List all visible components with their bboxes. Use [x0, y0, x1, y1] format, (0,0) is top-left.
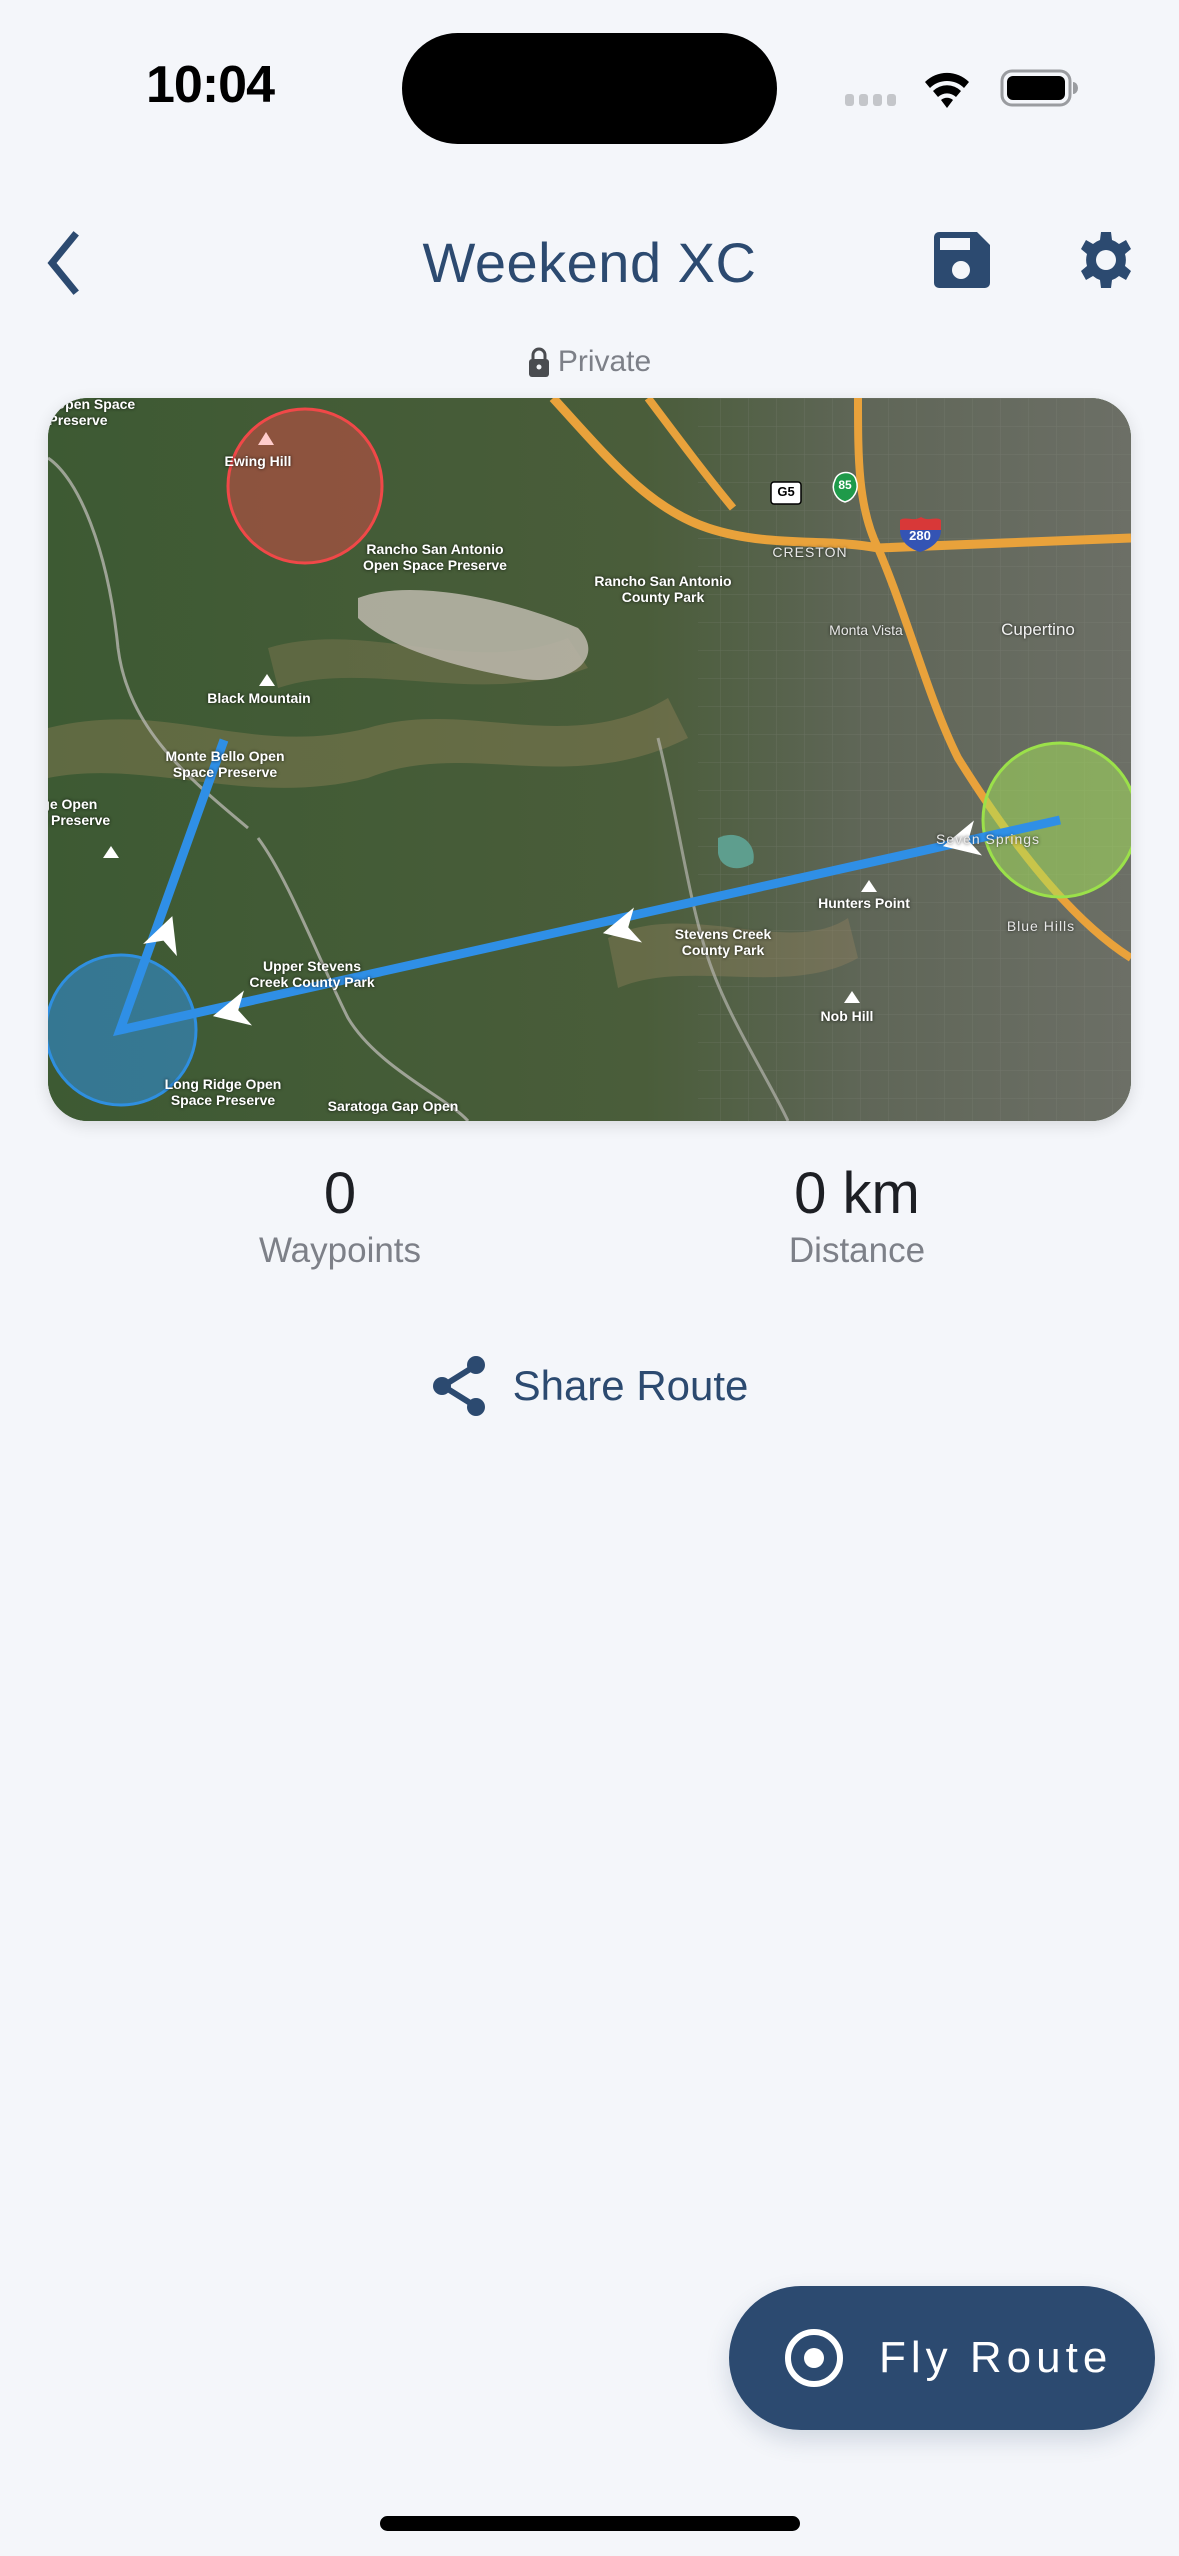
- distance-value: 0 km: [794, 1161, 920, 1226]
- distance-stat: 0 km Distance: [707, 1160, 1007, 1271]
- privacy-label: Private: [557, 345, 652, 378]
- share-route-label: Share Route: [512, 1362, 749, 1409]
- map-label: Ewing Hill: [224, 453, 292, 469]
- map-label: Seven Springs: [935, 831, 1041, 847]
- wifi-icon: [925, 72, 969, 108]
- highway-shield-label: 280: [909, 528, 931, 543]
- home-indicator[interactable]: [380, 2516, 800, 2531]
- status-bar: 10:04: [0, 0, 1179, 180]
- waypoints-value: 0: [323, 1161, 357, 1226]
- target-icon: [785, 2329, 843, 2387]
- map-label: Stevens Creek County Park: [674, 926, 772, 959]
- map-label: Monte Bello Open Space Preserve: [165, 748, 285, 781]
- waypoints-label: Waypoints: [258, 1231, 422, 1270]
- map-label: Nob Hill: [820, 1008, 874, 1024]
- map-label: Rancho San Antonio Open Space Preserve: [363, 541, 507, 574]
- map-label: Blue Hills: [1006, 918, 1076, 934]
- map-label: Upper Stevens Creek County Park: [249, 958, 375, 991]
- dynamic-island: [402, 33, 777, 144]
- cellular-signal-icon: [845, 94, 896, 106]
- share-route-button[interactable]: Share Route: [0, 1355, 1179, 1417]
- map-label: Monta Vista: [829, 622, 903, 638]
- map-label: Ridge Open Space Preserve: [48, 796, 111, 829]
- gear-icon: [1081, 232, 1131, 288]
- distance-label: Distance: [788, 1231, 926, 1270]
- status-time: 10:04: [146, 56, 275, 114]
- map-label: Rancho San Antonio County Park: [594, 573, 732, 606]
- navigation-bar: Weekend XC: [0, 210, 1179, 310]
- fly-route-button[interactable]: Fly Route: [729, 2286, 1155, 2430]
- fly-route-label: Fly Route: [879, 2333, 1113, 2382]
- lock-icon: [528, 347, 549, 377]
- page-title: Weekend XC: [422, 231, 757, 294]
- highway-shield-label: 85: [838, 478, 852, 492]
- battery-icon: [1000, 69, 1078, 107]
- map-label: Black Mountain: [207, 690, 311, 706]
- map-label: CRESTON: [772, 544, 848, 560]
- floppy-disk-save-icon: [934, 232, 990, 288]
- share-icon: [432, 1356, 485, 1416]
- highway-shield-label: G5: [777, 484, 795, 499]
- settings-button[interactable]: [1076, 230, 1136, 290]
- map-label: Long Ridge Open Space Preserve: [164, 1076, 282, 1109]
- waypoints-stat: 0 Waypoints: [190, 1160, 490, 1271]
- map-label: Hunters Point: [818, 895, 910, 911]
- zone-ewing-hill[interactable]: [226, 407, 384, 565]
- save-button[interactable]: [934, 232, 990, 288]
- map-label: Saratoga Gap Open: [327, 1098, 459, 1114]
- map-label: Hills Open Space Preserve: [48, 398, 136, 429]
- route-map[interactable]: Hills Open Space Preserve Ewing Hill Ran…: [48, 398, 1131, 1121]
- privacy-indicator: Private: [0, 345, 1179, 379]
- map-label: Cupertino: [1001, 620, 1075, 639]
